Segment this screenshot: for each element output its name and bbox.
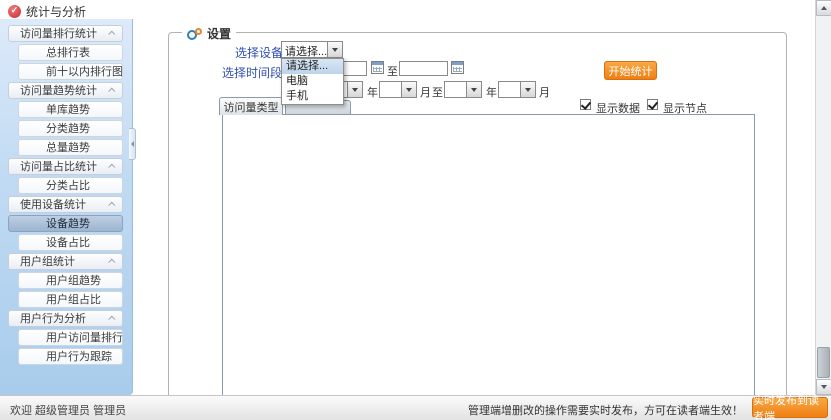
combo-dropdown-button[interactable] [520, 82, 535, 97]
start-month-combobox[interactable] [379, 81, 417, 98]
month-label: 月 [420, 84, 431, 100]
gear-icon [187, 28, 202, 40]
sidebar-item-device-trend[interactable]: 设备趋势 [8, 215, 123, 232]
vertical-scrollbar[interactable] [815, 0, 831, 395]
chevron-down-icon [525, 88, 531, 92]
sidebar-group-visit-trend-stats[interactable]: 访问量趋势统计 [8, 82, 123, 99]
group-label: 用户行为分析 [20, 311, 86, 327]
item-label: 总量趋势 [46, 140, 90, 156]
sidebar-item-device-share[interactable]: 设备占比 [18, 234, 123, 251]
sidebar-group-visit-ranking-stats[interactable]: 访问量排行统计 [8, 25, 123, 42]
show-node-checkbox[interactable] [647, 99, 658, 110]
settings-title-text: 设置 [207, 25, 231, 42]
chevron-up-icon [108, 31, 115, 38]
end-month-combobox[interactable] [498, 81, 536, 98]
chart-panel [222, 114, 755, 406]
item-label: 设备占比 [46, 235, 90, 251]
group-label: 访问量排行统计 [20, 26, 97, 42]
group-label: 访问量趋势统计 [20, 83, 97, 99]
sidebar-item-category-share[interactable]: 分类占比 [18, 177, 123, 194]
calendar-icon[interactable] [451, 61, 464, 74]
group-label: 用户组统计 [20, 254, 75, 270]
item-label: 总排行表 [46, 45, 90, 61]
item-label: 分类占比 [46, 178, 90, 194]
sidebar-group-visit-share-stats[interactable]: 访问量占比统计 [8, 158, 123, 175]
item-label: 分类趋势 [46, 121, 90, 137]
sidebar-group-user-group-stats[interactable]: 用户组统计 [8, 253, 123, 270]
date-to-label: 至 [387, 63, 398, 79]
device-select-value: 请选择... [282, 42, 327, 57]
item-label: 用户组占比 [46, 292, 101, 308]
group-label: 使用设备统计 [20, 197, 86, 213]
month-to-label: 至 [432, 84, 443, 100]
item-label: 设备趋势 [46, 216, 90, 232]
chevron-down-icon [352, 88, 358, 92]
sidebar-collapse-handle[interactable] [129, 128, 136, 160]
app-window: 统计与分析 访问量排行统计 总排行表 前十以内排行图 访问量趋势统计 单库趋势 … [0, 0, 831, 420]
sidebar-item-category-trend[interactable]: 分类趋势 [18, 120, 123, 137]
chevron-down-icon [332, 48, 338, 52]
scroll-up-button[interactable] [816, 0, 831, 16]
end-month-value [499, 82, 520, 97]
item-label: 单库趋势 [46, 102, 90, 118]
publish-notice-text: 管理端增删改的操作需要实时发布，方可在读者端生效！ [468, 402, 743, 418]
tab-visit-type[interactable]: 访问量类型 [219, 97, 283, 115]
sidebar-item-user-group-share[interactable]: 用户组占比 [18, 291, 123, 308]
sidebar-nav: 访问量排行统计 总排行表 前十以内排行图 访问量趋势统计 单库趋势 分类趋势 总… [0, 25, 132, 367]
end-year-value [445, 82, 466, 97]
chevron-up-icon [108, 202, 115, 209]
device-select-combobox[interactable]: 请选择... [281, 41, 343, 58]
publish-to-reader-button[interactable]: 实时发布到读者端 [752, 397, 828, 418]
settings-panel-title: 设置 [182, 25, 236, 42]
dropdown-option-mobile[interactable]: 手机 [282, 89, 343, 104]
status-bar: 欢迎 超级管理员 管理员 管理端增删改的操作需要实时发布，方可在读者端生效！ [0, 395, 831, 420]
item-label: 前十以内排行图 [46, 64, 123, 80]
year-label: 年 [367, 84, 378, 100]
module-check-icon [8, 5, 21, 18]
sidebar-group-device-stats[interactable]: 使用设备统计 [8, 196, 123, 213]
group-label: 访问量占比统计 [20, 159, 97, 175]
sidebar-item-user-group-trend[interactable]: 用户组趋势 [18, 272, 123, 289]
start-month-value [380, 82, 401, 97]
scrollbar-thumb[interactable] [817, 347, 830, 378]
chevron-up-icon [108, 88, 115, 95]
arrow-up-icon [821, 6, 827, 10]
chevron-up-icon [108, 259, 115, 266]
year-label: 年 [486, 84, 497, 100]
arrow-down-icon [821, 385, 827, 389]
module-title: 统计与分析 [26, 3, 86, 20]
end-date-input[interactable] [399, 61, 448, 76]
module-header: 统计与分析 [8, 3, 86, 19]
sidebar-item-user-visit-ranking[interactable]: 用户访问量排行 [18, 329, 123, 346]
chevron-down-icon [406, 88, 412, 92]
month-label: 月 [539, 84, 550, 100]
chevron-up-icon [108, 164, 115, 171]
device-dropdown-popup: 请选择... 电脑 手机 [281, 58, 344, 105]
combo-dropdown-button[interactable] [466, 82, 481, 97]
item-label: 用户访问量排行 [46, 330, 123, 346]
start-statistics-button[interactable]: 开始统计 [604, 61, 657, 80]
sidebar-item-total-trend[interactable]: 总量趋势 [18, 139, 123, 156]
sidebar: 访问量排行统计 总排行表 前十以内排行图 访问量趋势统计 单库趋势 分类趋势 总… [0, 19, 133, 395]
item-label: 用户行为跟踪 [46, 349, 112, 365]
sidebar-item-user-behavior-tracking[interactable]: 用户行为跟踪 [18, 348, 123, 365]
dropdown-option-please-select[interactable]: 请选择... [282, 59, 343, 74]
chevron-down-icon [471, 88, 477, 92]
sidebar-item-overall-ranking-table[interactable]: 总排行表 [18, 44, 123, 61]
sidebar-item-single-db-trend[interactable]: 单库趋势 [18, 101, 123, 118]
combo-dropdown-button[interactable] [327, 42, 342, 57]
chevron-up-icon [108, 316, 115, 323]
end-year-combobox[interactable] [444, 81, 482, 98]
show-data-checkbox[interactable] [580, 99, 591, 110]
item-label: 用户组趋势 [46, 273, 101, 289]
sidebar-group-user-behavior-analysis[interactable]: 用户行为分析 [8, 310, 123, 327]
calendar-icon[interactable] [371, 61, 384, 74]
sidebar-item-top10-ranking-chart[interactable]: 前十以内排行图 [18, 63, 123, 80]
combo-dropdown-button[interactable] [401, 82, 416, 97]
combo-dropdown-button[interactable] [347, 82, 362, 97]
dropdown-option-computer[interactable]: 电脑 [282, 74, 343, 89]
welcome-text: 欢迎 超级管理员 管理员 [10, 402, 126, 418]
